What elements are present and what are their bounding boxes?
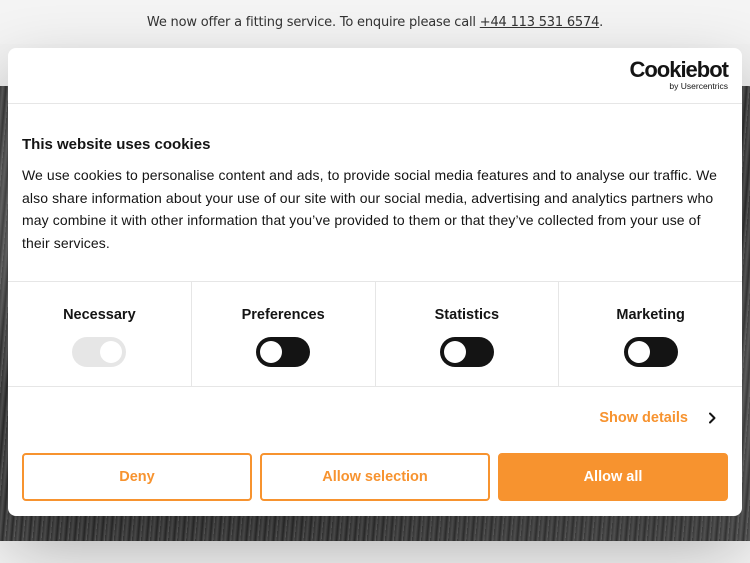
- cookie-categories: Necessary Preferences Statistics Marketi…: [8, 281, 742, 387]
- category-label: Marketing: [616, 307, 685, 323]
- announcement-bar: We now offer a fitting service. To enqui…: [0, 0, 750, 44]
- category-marketing: Marketing: [559, 282, 742, 386]
- logo-wordmark: Cookiebot: [629, 57, 729, 82]
- page-footer-strip: [0, 541, 750, 563]
- dialog-title: This website uses cookies: [22, 136, 211, 153]
- category-label: Statistics: [434, 307, 500, 323]
- cookie-consent-dialog: Cookiebot by Usercentrics This website u…: [8, 48, 742, 516]
- statistics-toggle[interactable]: [439, 337, 494, 367]
- dialog-description: We use cookies to personalise content an…: [22, 167, 718, 251]
- allow-selection-button[interactable]: Allow selection: [260, 453, 490, 501]
- deny-button[interactable]: Deny: [22, 453, 252, 501]
- category-preferences: Preferences: [192, 282, 376, 386]
- logo-tagline: by Usercentrics: [669, 81, 728, 91]
- toggle-knob: [627, 341, 650, 363]
- marketing-toggle[interactable]: [623, 337, 678, 367]
- category-label: Necessary: [63, 307, 136, 323]
- cookiebot-logo[interactable]: Cookiebot by Usercentrics: [629, 57, 729, 91]
- category-necessary: Necessary: [8, 282, 192, 386]
- chevron-right-icon: [709, 412, 716, 424]
- announcement-suffix: .: [599, 14, 604, 30]
- show-details-link[interactable]: Show details: [599, 410, 718, 426]
- toggle-knob: [260, 341, 283, 363]
- toggle-knob: [100, 341, 123, 363]
- show-details-label: Show details: [599, 410, 688, 426]
- phone-link[interactable]: +44 113 531 6574: [480, 15, 600, 30]
- preferences-toggle[interactable]: [256, 337, 311, 367]
- category-label: Preferences: [241, 307, 325, 323]
- consent-buttons: Deny Allow selection Allow all: [22, 453, 728, 501]
- necessary-toggle: [72, 337, 127, 367]
- allow-all-button[interactable]: Allow all: [498, 453, 728, 501]
- announcement-text: We now offer a fitting service. To enqui…: [146, 14, 476, 30]
- toggle-knob: [443, 341, 466, 363]
- dialog-header: Cookiebot by Usercentrics: [8, 48, 742, 104]
- category-statistics: Statistics: [376, 282, 560, 386]
